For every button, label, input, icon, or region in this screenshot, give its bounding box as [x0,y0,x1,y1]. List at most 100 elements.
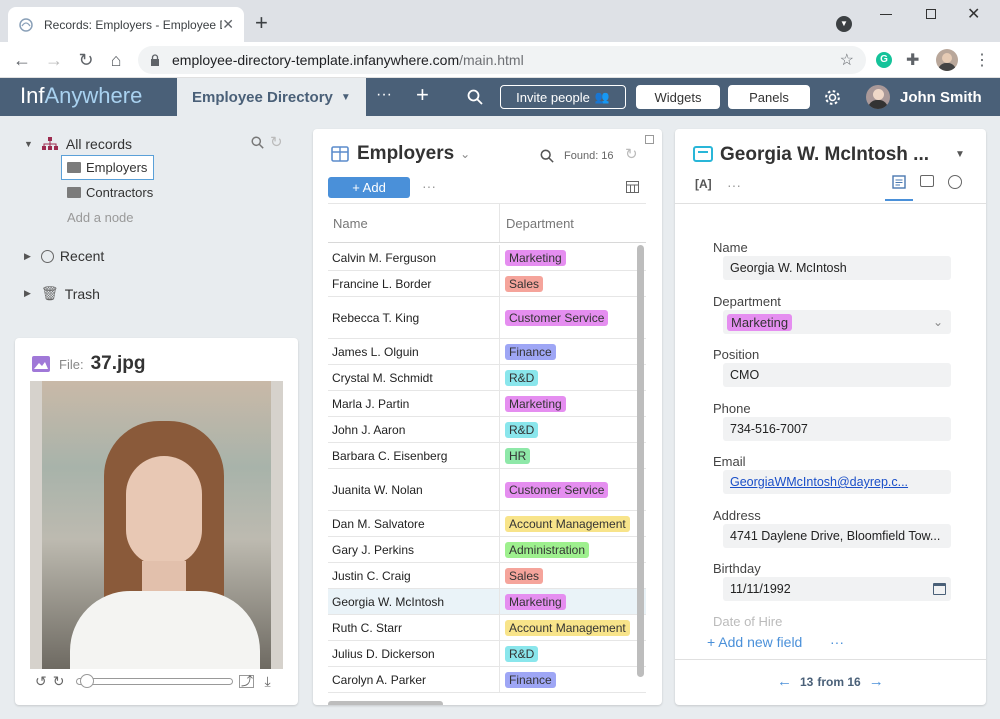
close-tab-icon[interactable]: ✕ [222,16,234,33]
extensions-puzzle-icon[interactable]: ✚ [906,50,919,70]
table-row[interactable]: Marla J. Partin Marketing [328,391,646,417]
cell-name: Calvin M. Ferguson [328,245,500,270]
bookmark-star-icon[interactable]: ☆ [840,50,854,70]
search-icon[interactable] [467,89,483,105]
next-record-arrow-icon[interactable]: → [869,673,884,690]
zoom-slider[interactable] [76,673,234,688]
tree-item-contractors[interactable]: Contractors [67,185,153,200]
table-row[interactable]: Barbara C. Eisenberg HR [328,443,646,469]
tab-search-icon[interactable]: ▼ [836,16,852,32]
trash-icon: 🗑 [40,285,59,301]
tree-item-trash[interactable]: ▶ 🗑 Trash [24,285,100,302]
tree-item-all-records[interactable]: ▼ All records [24,136,132,152]
field-label-position: Position [713,347,760,362]
add-record-button[interactable]: + Add [328,177,410,198]
field-address-input[interactable]: 4741 Daylene Drive, Bloomfield Tow... [723,524,951,548]
field-name-input[interactable]: Georgia W. McIntosh [723,256,951,280]
table-row[interactable]: Justin C. Craig Sales [328,563,646,589]
table-row[interactable]: Georgia W. McIntosh Marketing [328,589,646,615]
table-row[interactable]: Juanita W. Nolan Customer Service [328,469,646,511]
logo-inf: Inf [20,83,45,108]
rotate-left-icon[interactable]: ↺ [35,673,47,690]
cell-name: Ruth C. Starr [328,615,500,640]
add-field-more-button[interactable]: ··· [830,634,844,650]
calendar-icon[interactable] [933,583,946,595]
more-options-button[interactable]: ··· [376,86,392,104]
detail-more-button[interactable]: ··· [727,177,741,193]
browser-menu-icon[interactable]: ⋮ [974,50,990,70]
previous-record-arrow-icon[interactable]: ← [777,673,792,690]
table-row[interactable]: Gary J. Perkins Administration [328,537,646,563]
tree-search-icon[interactable] [251,136,264,149]
cell-department: Administration [500,541,590,558]
search-icon[interactable] [540,149,554,163]
comments-icon[interactable] [920,175,934,187]
table-row[interactable]: Julius D. Dickerson R&D [328,641,646,667]
expand-arrow-icon[interactable]: ▶ [24,288,31,299]
maximize-window-icon[interactable] [926,9,936,19]
open-external-icon[interactable]: ⤴ [239,674,255,688]
tree-item-recent[interactable]: ▶ Recent [24,248,104,264]
field-department-select[interactable]: Marketing ⌄ [723,310,951,334]
user-name[interactable]: John Smith [900,89,982,106]
home-icon[interactable]: ⌂ [106,50,126,70]
forward-arrow-icon[interactable]: → [44,50,64,70]
grammarly-extension-icon[interactable]: G [876,52,892,68]
browser-tab[interactable]: Records: Employers - Employee D ✕ [8,7,244,42]
fields-view-tab[interactable] [885,175,913,201]
back-arrow-icon[interactable]: ← [12,50,32,70]
close-window-icon[interactable]: ✕ [967,4,980,24]
user-avatar[interactable] [866,85,890,109]
refresh-icon[interactable]: ↻ [625,145,638,163]
history-clock-icon[interactable] [948,175,962,189]
text-recognition-icon[interactable]: [A] [695,177,712,191]
invite-people-button[interactable]: Invite people 👥 [500,85,626,109]
expand-arrow-icon[interactable]: ▶ [24,251,31,262]
table-row[interactable]: Francine L. Border Sales [328,271,646,297]
table-more-button[interactable]: ··· [422,178,436,194]
add-new-field-link[interactable]: + Add new field [707,634,907,650]
cell-name: Justin C. Craig [328,563,500,588]
expand-arrow-icon[interactable]: ▼ [24,139,33,149]
address-bar[interactable]: employee-directory-template.infanywhere.… [138,46,866,74]
table-row[interactable]: Ruth C. Starr Account Management [328,615,646,641]
rotate-right-icon[interactable]: ↻ [53,673,65,690]
add-button[interactable]: + [416,82,429,108]
table-row[interactable]: Rebecca T. King Customer Service [328,297,646,339]
table-row[interactable]: Calvin M. Ferguson Marketing [328,245,646,271]
minimize-window-icon[interactable] [880,14,892,15]
employee-directory-tab[interactable]: Employee Directory ▼ [177,78,366,116]
new-tab-button[interactable]: + [255,10,268,36]
table-title[interactable]: Employers ⌄ [357,143,470,165]
widgets-button[interactable]: Widgets [636,85,720,109]
gear-icon[interactable] [824,89,841,106]
field-birthday-input[interactable]: 11/11/1992 [723,577,951,601]
table-row[interactable]: James L. Olguin Finance [328,339,646,365]
field-phone-input[interactable]: 734-516-7007 [723,417,951,441]
record-menu-icon[interactable]: ▼ [955,149,965,160]
field-position-input[interactable]: CMO [723,363,951,387]
file-label: File: [59,356,84,372]
table-row[interactable]: John J. Aaron R&D [328,417,646,443]
horizontal-scrollbar[interactable] [328,701,443,705]
vertical-scrollbar[interactable] [637,245,644,677]
cell-name: Juanita W. Nolan [328,469,500,510]
profile-avatar[interactable] [936,49,958,71]
app-logo[interactable]: InfAnywhere [20,83,142,109]
table-row[interactable]: Carolyn A. Parker Finance [328,667,646,693]
field-email-link[interactable]: GeorgiaWMcIntosh@dayrep.c... [723,470,951,494]
table-row[interactable]: Dan M. Salvatore Account Management [328,511,646,537]
cell-department: Account Management [500,515,630,532]
column-header-name[interactable]: Name [328,204,500,242]
table-row[interactable]: Crystal M. Schmidt R&D [328,365,646,391]
grid-view-icon[interactable] [626,181,639,193]
download-icon[interactable]: ⤓ [264,673,270,690]
tree-refresh-icon[interactable]: ↻ [270,133,283,151]
tree-item-employers[interactable]: Employers [61,155,154,180]
photo-preview[interactable] [30,381,283,669]
add-node-link[interactable]: Add a node [67,210,134,225]
column-header-department[interactable]: Department [500,216,574,231]
maximize-panel-icon[interactable] [645,135,654,144]
reload-icon[interactable]: ↻ [76,50,96,70]
panels-button[interactable]: Panels [728,85,810,109]
